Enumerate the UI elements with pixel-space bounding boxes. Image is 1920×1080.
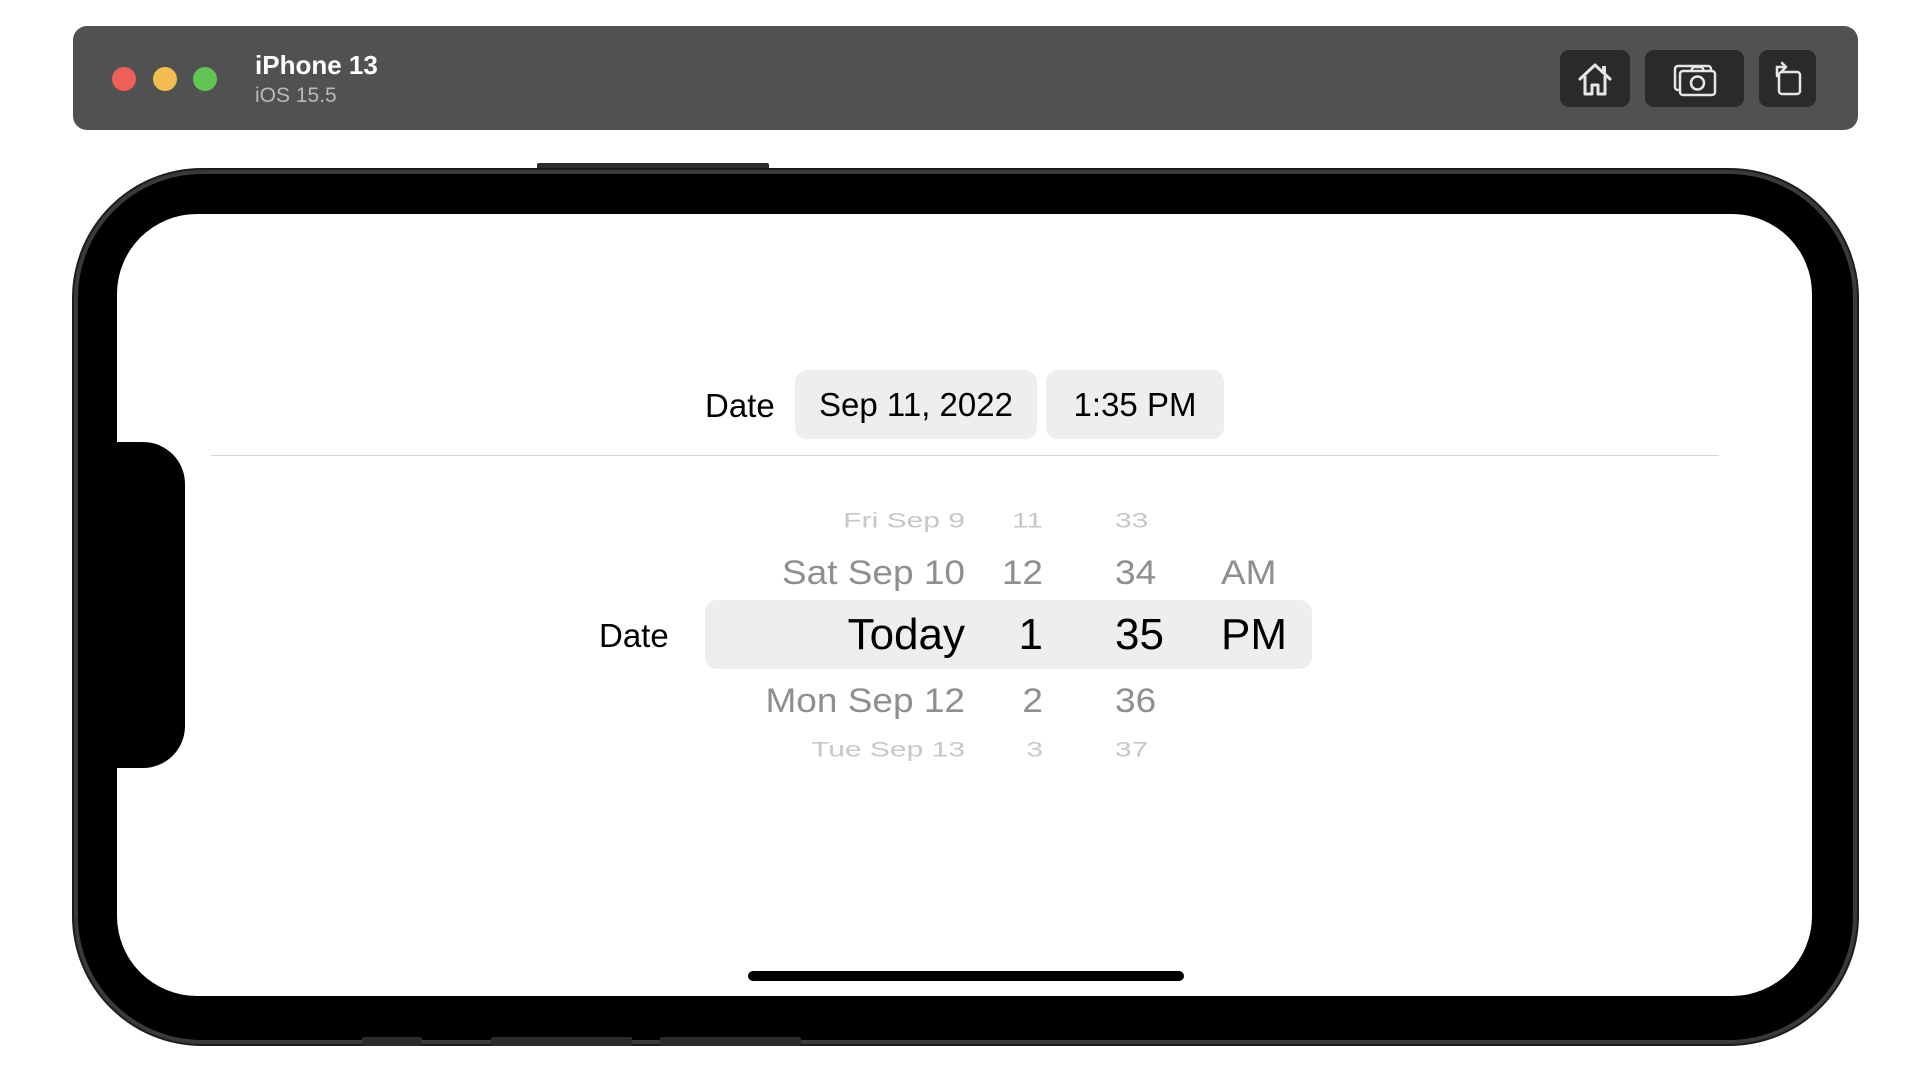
wheel-day-item[interactable]: Tue Sep 13 bbox=[811, 738, 965, 762]
rotate-icon bbox=[1771, 60, 1805, 98]
wheel-minute-item[interactable]: 37 bbox=[1115, 738, 1148, 762]
wheel-day-item[interactable]: Sat Sep 10 bbox=[782, 553, 965, 592]
wheel-minute-item[interactable]: 34 bbox=[1115, 553, 1156, 592]
device-name: iPhone 13 bbox=[255, 50, 378, 80]
time-value-text: 1:35 PM bbox=[1073, 385, 1197, 423]
row-separator bbox=[211, 455, 1719, 456]
home-indicator[interactable] bbox=[748, 971, 1184, 981]
wheel-hour-item[interactable]: 3 bbox=[1026, 738, 1043, 762]
wheel-date-label: Date bbox=[599, 617, 669, 654]
wheel-hour-item[interactable]: 12 bbox=[1002, 553, 1043, 592]
wheel-minute-item[interactable]: 33 bbox=[1115, 509, 1148, 533]
wheel-hour-item[interactable]: 2 bbox=[1022, 681, 1043, 720]
wheel-day-item[interactable]: Mon Sep 12 bbox=[765, 681, 965, 720]
home-icon bbox=[1575, 60, 1615, 98]
wheel-period-item[interactable]: AM bbox=[1221, 553, 1277, 592]
wheel-minute-selected[interactable]: 35 bbox=[1115, 610, 1164, 660]
wheel-minute-item[interactable]: 36 bbox=[1115, 681, 1156, 720]
wheel-day-selected[interactable]: Today bbox=[848, 610, 965, 660]
date-value-text: Sep 11, 2022 bbox=[819, 385, 1013, 423]
device-notch bbox=[117, 442, 185, 768]
close-window-button[interactable] bbox=[112, 67, 136, 91]
device-mute-switch bbox=[362, 1037, 422, 1046]
simulator-title-bar: iPhone 13 iOS 15.5 bbox=[73, 26, 1858, 130]
zoom-window-button[interactable] bbox=[193, 67, 217, 91]
rotate-button[interactable] bbox=[1759, 50, 1816, 107]
home-button[interactable] bbox=[1560, 50, 1630, 107]
device-volume-up bbox=[491, 1037, 632, 1046]
camera-icon bbox=[1672, 60, 1718, 98]
device-side-button bbox=[537, 163, 769, 172]
wheel-hour-selected[interactable]: 1 bbox=[1019, 610, 1043, 660]
wheel-period-selected[interactable]: PM bbox=[1221, 610, 1287, 660]
wheel-hour-item[interactable]: 11 bbox=[1012, 509, 1043, 533]
os-version: iOS 15.5 bbox=[255, 84, 337, 107]
minimize-window-button[interactable] bbox=[153, 67, 177, 91]
screenshot-button[interactable] bbox=[1645, 50, 1744, 107]
date-value-button[interactable]: Sep 11, 2022 bbox=[795, 370, 1037, 439]
compact-date-label: Date bbox=[705, 387, 775, 424]
wheel-day-item[interactable]: Fri Sep 9 bbox=[843, 509, 965, 533]
time-value-button[interactable]: 1:35 PM bbox=[1046, 370, 1224, 439]
device-volume-down bbox=[660, 1037, 801, 1046]
